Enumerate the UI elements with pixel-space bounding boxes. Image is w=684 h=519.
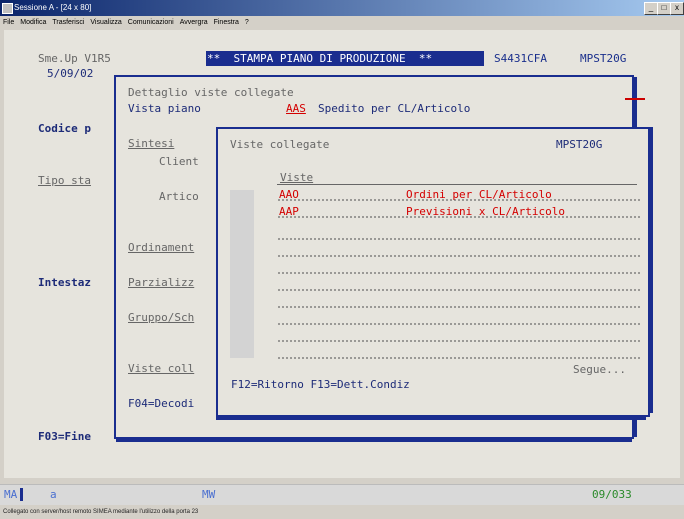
status-left: MA [4, 488, 18, 501]
field-intestaz-label: Intestaz [38, 276, 91, 289]
scrollbar[interactable] [230, 190, 254, 358]
footer-text: Collegato con server/host remoto SIMEA m… [3, 509, 199, 515]
red-marker [625, 98, 645, 100]
ordinament-label: Ordinament [128, 241, 195, 254]
parzializz-label: Parzializz [128, 276, 195, 289]
inner-popup-title: Viste collegate [230, 138, 330, 151]
more-indicator: Segue... [573, 363, 626, 376]
menu-bar: File Modifica Trasferisci Visualizza Comunic… [0, 16, 684, 29]
footer-connection-info: Collegato con server/host remoto SIMEA m… [0, 505, 684, 519]
empty-row[interactable] [277, 357, 640, 359]
vista-label: Vista piano [128, 102, 201, 115]
title-bar: Sessione A - [24 x 80] _ □ x [0, 0, 684, 16]
empty-row[interactable] [277, 289, 640, 291]
menu-comunicazioni[interactable]: Comunicazioni [128, 19, 174, 26]
empty-row[interactable] [277, 272, 640, 274]
row-desc: Previsioni x CL/Articolo [406, 205, 565, 218]
menu-trasferisci[interactable]: Trasferisci [52, 19, 84, 26]
vista-desc: Spedito per CL/Articolo [318, 102, 471, 115]
status-cursor [20, 488, 23, 501]
close-button[interactable]: x [670, 2, 684, 15]
screen-code: MPST20G [580, 52, 627, 65]
header-separator [277, 184, 637, 185]
menu-finestra[interactable]: Finestra [214, 19, 239, 26]
viste-coll-label: Viste coll [128, 362, 195, 375]
screen-date: 5/09/02 [47, 67, 94, 80]
minimize-button[interactable]: _ [644, 2, 658, 15]
menu-file[interactable]: File [3, 19, 14, 26]
header-left: Sme.Up V1R5 [38, 52, 111, 65]
field-tipo-label: Tipo sta [38, 174, 91, 187]
empty-row[interactable] [277, 323, 640, 325]
app-icon [2, 3, 13, 14]
program-code: S4431CFA [494, 52, 547, 65]
status-bar: MA a MW 09/033 [0, 484, 684, 505]
row-code[interactable]: AAP [279, 205, 299, 218]
field-codice-label: Codice p [38, 122, 91, 135]
empty-row[interactable] [277, 238, 640, 240]
gruppo-label: Gruppo/Sch [128, 311, 195, 324]
vista-code[interactable]: AAS [286, 102, 306, 115]
f03-key[interactable]: F03=Fine [38, 430, 91, 443]
menu-visualizza[interactable]: Visualizza [90, 19, 121, 26]
artico-label: Artico [159, 190, 199, 203]
menu-help[interactable]: ? [245, 19, 249, 26]
f04-key[interactable]: F04=Decodi [128, 397, 194, 410]
menu-modifica[interactable]: Modifica [20, 19, 46, 26]
sintesi-label: Sintesi [128, 137, 175, 150]
maximize-button[interactable]: □ [657, 2, 671, 15]
inner-fkeys[interactable]: F12=Ritorno F13=Dett.Condiz [231, 378, 410, 391]
col-header-viste: Viste [280, 171, 314, 184]
empty-row[interactable] [277, 255, 640, 257]
screen-title: ** STAMPA PIANO DI PRODUZIONE ** [207, 52, 433, 65]
client-label: Client [159, 155, 199, 168]
row-desc: Ordini per CL/Articolo [406, 188, 552, 201]
empty-row[interactable] [277, 340, 640, 342]
empty-row[interactable] [277, 306, 640, 308]
status-mode: MW [202, 488, 216, 501]
status-session: a [50, 488, 57, 501]
menu-avvergra[interactable]: Avvergra [180, 19, 208, 26]
row-code[interactable]: AAO [279, 188, 299, 201]
window-title: Sessione A - [24 x 80] [14, 3, 92, 12]
status-cursor-pos: 09/033 [592, 488, 632, 501]
outer-panel-title: Dettaglio viste collegate [128, 86, 294, 99]
inner-popup-code: MPST20G [556, 138, 603, 151]
